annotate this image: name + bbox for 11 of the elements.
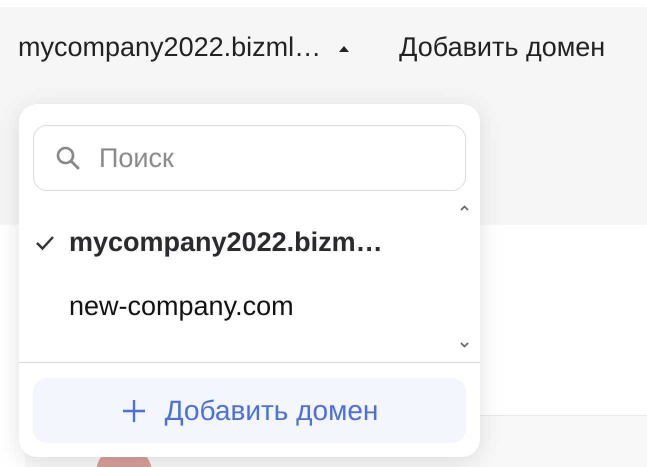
check-icon: [35, 234, 55, 250]
plus-icon: [120, 398, 147, 424]
domain-option[interactable]: new-company.com: [21, 291, 466, 322]
domain-option[interactable]: mycompany2022.bizm…: [21, 227, 466, 258]
scroll-up-icon[interactable]: [460, 205, 469, 211]
scroll-down-icon[interactable]: [460, 342, 469, 348]
search-field[interactable]: Поиск: [33, 125, 466, 191]
add-domain-button[interactable]: Добавить домен: [33, 378, 466, 443]
domain-switcher[interactable]: mycompany2022.bizml…: [18, 32, 350, 62]
caret-icon: [339, 44, 350, 52]
add-domain-link[interactable]: Добавить домен: [399, 32, 606, 62]
